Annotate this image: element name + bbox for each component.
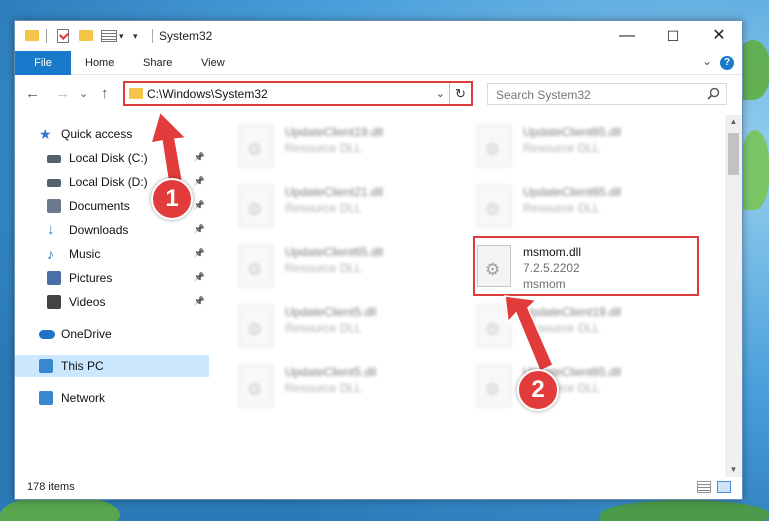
callout-badge-two: 2	[517, 369, 559, 411]
callout-arrows	[149, 110, 554, 373]
arrow-two	[504, 295, 554, 373]
arrow-one	[149, 110, 188, 187]
callout-badge-one: 1	[151, 178, 193, 220]
